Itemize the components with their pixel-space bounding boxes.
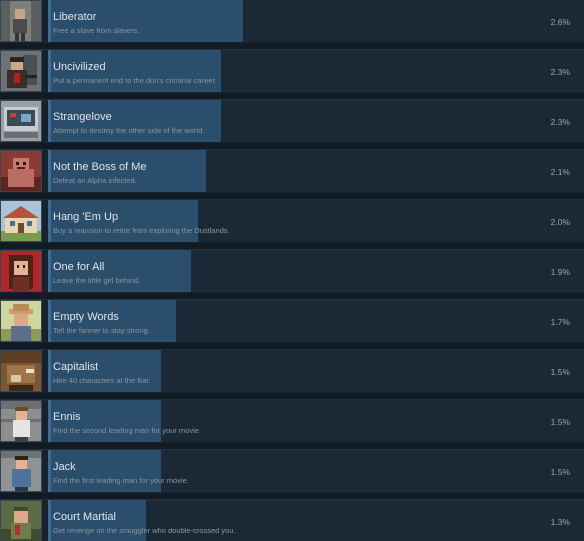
achievement-title: Not the Boss of Me	[53, 161, 147, 173]
progress-accent	[48, 100, 51, 142]
ennis-icon	[0, 400, 42, 442]
achievement-row[interactable]: Court Martial Get revenge on the smuggler…	[0, 499, 584, 541]
farmer-icon	[0, 300, 42, 342]
unlock-percent: 1.9%	[550, 267, 570, 277]
achievement-row[interactable]: Jack Find the first leading man for your …	[0, 449, 584, 493]
achievement-title: Strangelove	[53, 111, 112, 123]
unlock-percent: 1.7%	[550, 317, 570, 327]
progress-accent	[48, 50, 51, 92]
progress-accent	[48, 400, 51, 442]
progress-accent	[48, 250, 51, 292]
achievement-row[interactable]: One for All Leave the little girl behind.…	[0, 249, 584, 293]
progress-accent	[48, 300, 51, 342]
achievement-title: Uncivilized	[53, 61, 106, 73]
achievement-list: Liberator Free a slave from slavers. 2.6% U…	[0, 0, 584, 541]
achievement-title: Court Martial	[53, 511, 116, 523]
unlock-percent: 2.6%	[550, 17, 570, 27]
achievement-title: One for All	[53, 261, 105, 273]
achievement-description: Find the second leading man for your mov…	[53, 426, 201, 435]
achievement-description: Put a permanent end to the don's crimina…	[53, 76, 217, 85]
liberator-icon	[0, 0, 42, 42]
capitalist-icon	[0, 350, 42, 392]
achievement-row[interactable]: Strangelove Attempt to destroy the other …	[0, 99, 584, 143]
achievement-row[interactable]: Ennis Find the second leading man for you…	[0, 399, 584, 443]
achievement-description: Leave the little girl behind.	[53, 276, 141, 285]
little-girl-icon	[0, 250, 42, 292]
unlock-percent: 1.5%	[550, 467, 570, 477]
achievement-description: Tell the farmer to stay strong.	[53, 326, 150, 335]
achievement-title: Jack	[53, 461, 76, 473]
achievement-title: Hang 'Em Up	[53, 211, 119, 223]
achievement-row[interactable]: Hang 'Em Up Buy a mansion to retire from …	[0, 199, 584, 243]
unlock-percent: 1.5%	[550, 417, 570, 427]
achievement-description: Get revenge on the smuggler who double-c…	[53, 526, 236, 535]
alpha-infected-icon	[0, 150, 42, 192]
jack-icon	[0, 450, 42, 492]
mansion-icon	[0, 200, 42, 242]
unlock-percent: 2.0%	[550, 217, 570, 227]
progress-accent	[48, 0, 51, 42]
progress-accent	[48, 200, 51, 242]
unlock-percent: 2.3%	[550, 67, 570, 77]
unlock-percent: 1.5%	[550, 367, 570, 377]
achievement-row[interactable]: Empty Words Tell the farmer to stay stron…	[0, 299, 584, 343]
achievement-description: Buy a mansion to retire from exploring t…	[53, 226, 230, 235]
court-martial-icon	[0, 500, 42, 541]
achievement-description: Free a slave from slavers.	[53, 26, 140, 35]
achievement-description: Hire 40 characters at the Bar.	[53, 376, 151, 385]
progress-accent	[48, 350, 51, 392]
achievement-title: Capitalist	[53, 361, 99, 373]
achievement-row[interactable]: Not the Boss of Me Defeat an Alpha infect…	[0, 149, 584, 193]
achievement-title: Liberator	[53, 11, 97, 23]
achievement-row[interactable]: Liberator Free a slave from slavers. 2.6%	[0, 0, 584, 43]
strangelove-icon	[0, 100, 42, 142]
achievement-title: Empty Words	[53, 311, 119, 323]
progress-accent	[48, 150, 51, 192]
progress-accent	[48, 450, 51, 492]
achievement-description: Defeat an Alpha infected.	[53, 176, 137, 185]
uncivilized-icon	[0, 50, 42, 92]
achievement-description: Find the first leading man for your movi…	[53, 476, 189, 485]
progress-accent	[48, 500, 51, 541]
unlock-percent: 1.3%	[550, 517, 570, 527]
unlock-percent: 2.1%	[550, 167, 570, 177]
achievement-description: Attempt to destroy the other side of the…	[53, 126, 205, 135]
achievement-row[interactable]: Capitalist Hire 40 characters at the Bar.…	[0, 349, 584, 393]
achievement-title: Ennis	[53, 411, 81, 423]
achievement-row[interactable]: Uncivilized Put a permanent end to the do…	[0, 49, 584, 93]
unlock-percent: 2.3%	[550, 117, 570, 127]
